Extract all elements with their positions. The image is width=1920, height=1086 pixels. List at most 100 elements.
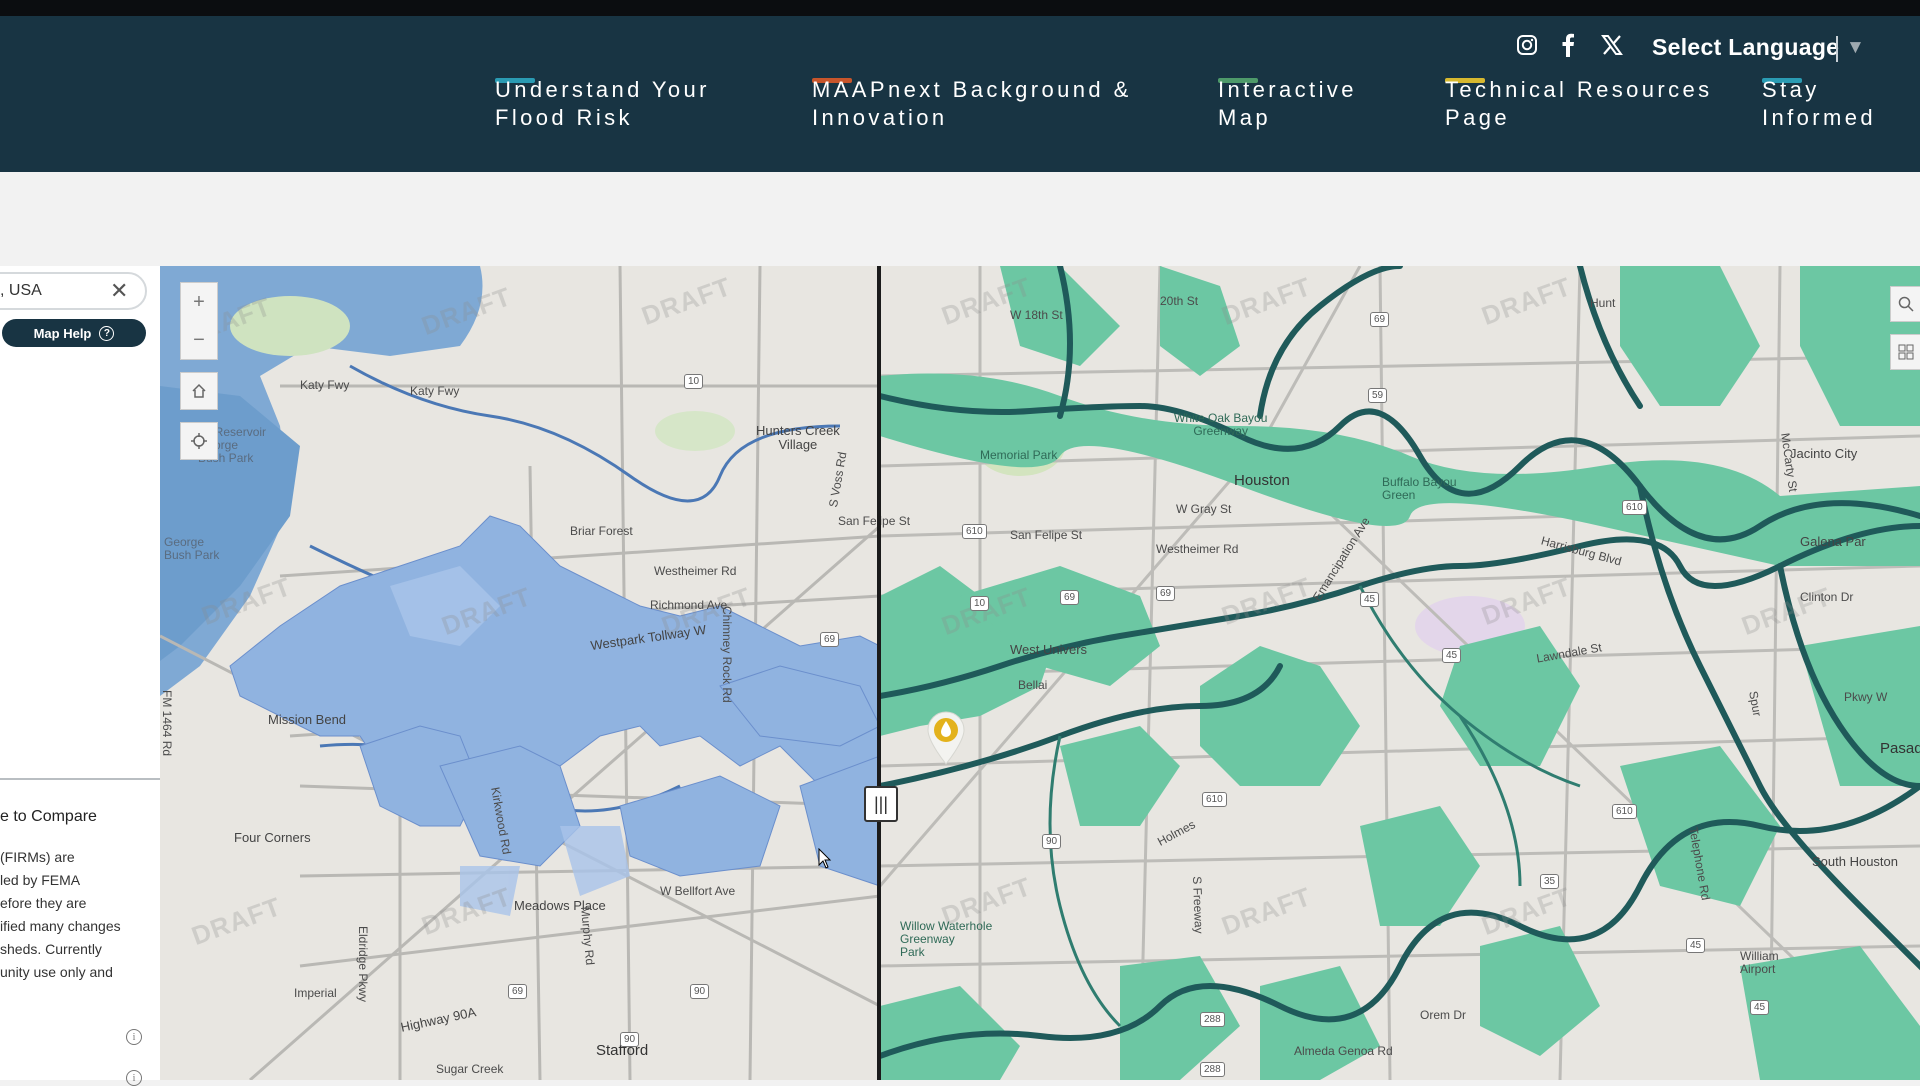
location-pin-icon[interactable] [926,710,966,771]
map-label: Bellai [1018,678,1048,692]
home-icon[interactable] [180,372,218,410]
address-search-value: , USA [0,282,42,299]
highway-shield: 10 [970,596,990,611]
map-label: FM 1464 Rd [160,690,174,757]
map-label: Katy Fwy [410,384,460,398]
nav-understand-flood-risk[interactable]: Understand Your Flood Risk [495,76,710,132]
highway-shield: 288 [1200,1012,1225,1027]
map-label: White Oak Bayou Greenway [1174,411,1268,438]
map-help-button[interactable]: Map Help ? [2,319,146,347]
highway-shield: 69 [820,632,840,647]
map-label: Briar Forest [570,524,633,538]
search-icon[interactable] [1890,286,1920,322]
highway-shield: 69 [1060,590,1080,605]
swipe-divider[interactable] [877,266,881,1080]
highway-shield: 45 [1360,592,1380,607]
zoom-in-button[interactable]: + [181,283,217,321]
nav-stay-informed[interactable]: Stay Informed [1762,76,1876,132]
highway-shield: 610 [1612,804,1637,819]
highway-shield: 69 [1156,586,1176,601]
map-label: Pasadena [1880,740,1920,757]
map-label: W Bellfort Ave [660,884,736,898]
map-label: Hunters Creek Village [756,423,840,452]
highway-shield: 10 [684,374,704,389]
info-icon[interactable]: i [126,1070,142,1086]
map-label: Almeda Genoa Rd [1294,1044,1393,1058]
highway-shield: 45 [1686,938,1706,953]
chevron-down-icon[interactable]: ▼ [1846,37,1865,59]
highway-shield: 288 [1200,1062,1225,1077]
mouse-cursor-icon [818,847,832,875]
compare-line: ified many changes [0,918,121,934]
map-label: Jacinto City [1790,446,1858,461]
map-label: Westheimer Rd [654,564,737,578]
facebook-icon[interactable] [1553,30,1583,60]
compare-heading: e to Compare [0,808,97,825]
highway-shield: 610 [962,524,987,539]
highway-shield: 59 [1368,388,1388,403]
map-label: San Felipe St [838,514,911,528]
map-label: Westheimer Rd [1156,542,1239,556]
map-label: Eldridge Pkwy [356,926,370,1003]
instagram-icon[interactable] [1512,30,1542,60]
highway-shield: 45 [1750,1000,1770,1015]
map-label: 20th St [1160,294,1199,308]
compare-description: (FIRMs) are led by FEMA efore they are i… [0,846,150,984]
swipe-handle[interactable]: ||| [864,786,898,822]
map-label: Hunt [1590,296,1616,310]
highway-shield: 90 [690,984,710,999]
panel-divider [0,778,160,780]
zoom-out-button[interactable]: − [181,321,217,359]
language-separator [1836,36,1838,62]
compare-line: (FIRMs) are [0,849,75,865]
map-label: Clinton Dr [1800,590,1854,604]
map-label: Katy Fwy [300,378,350,392]
map-label: Imperial [294,986,337,1000]
nav-maapnext-background[interactable]: MAAPnext Background & Innovation [812,76,1132,132]
map-label: Houston [1234,472,1290,489]
map-label: South Houston [1812,854,1899,869]
browser-top-strip [0,0,1920,16]
highway-shield: 35 [1540,874,1560,889]
map-label: Galena Par [1800,534,1866,549]
nav-technical-resources[interactable]: Technical Resources Page [1445,76,1713,132]
map-label: William Airport [1740,949,1779,976]
highway-shield: 90 [620,1032,640,1047]
map-label: W 18th St [1010,308,1063,322]
map-label: Richmond Ave [650,598,728,612]
compare-line: sheds. Currently [0,941,102,957]
map-label: West Univers [1010,642,1088,657]
map-label: Orem Dr [1420,1008,1466,1022]
map-help-label: Map Help [33,325,92,341]
flood-map-canvas[interactable]: DRAFT DRAFT DRAFT DRAFT DRAFT DRAFT DRAF… [160,266,1920,1080]
x-icon[interactable] [1597,30,1627,60]
info-icon[interactable]: i [126,1029,142,1045]
select-language-dropdown[interactable]: Select Language [1652,34,1839,61]
map-label: Buffalo Bayou Green [1382,475,1457,502]
basemap-gallery-icon[interactable] [1890,334,1920,370]
page-spacer [0,172,1920,266]
compare-line: unity use only and [0,964,113,980]
highway-shield: 45 [1442,648,1462,663]
close-icon[interactable]: ✕ [110,280,128,302]
map-label: W Gray St [1176,502,1232,516]
highway-shield: 610 [1622,500,1647,515]
map-label: Four Corners [234,830,311,845]
map-label: George Bush Park [164,535,220,562]
highway-shield: 610 [1202,792,1227,807]
map-label: S Freeway [1190,876,1207,934]
map-label: Pkwy W [1844,690,1888,704]
map-label: Mission Bend [268,712,347,727]
map-label: Willow Waterhole Greenway Park [900,919,993,959]
question-icon: ? [99,325,115,341]
highway-shield: 69 [508,984,528,999]
compare-line: efore they are [0,895,87,911]
map-label: San Felipe St [1010,528,1083,542]
highway-shield: 90 [1042,834,1062,849]
highway-shield: 69 [1370,312,1390,327]
map-label: Chimney Rock Rd [720,606,734,703]
nav-interactive-map[interactable]: Interactive Map [1218,76,1357,132]
compare-line: led by FEMA [0,872,81,888]
locate-icon[interactable] [180,422,218,460]
zoom-control: + − [180,282,218,360]
